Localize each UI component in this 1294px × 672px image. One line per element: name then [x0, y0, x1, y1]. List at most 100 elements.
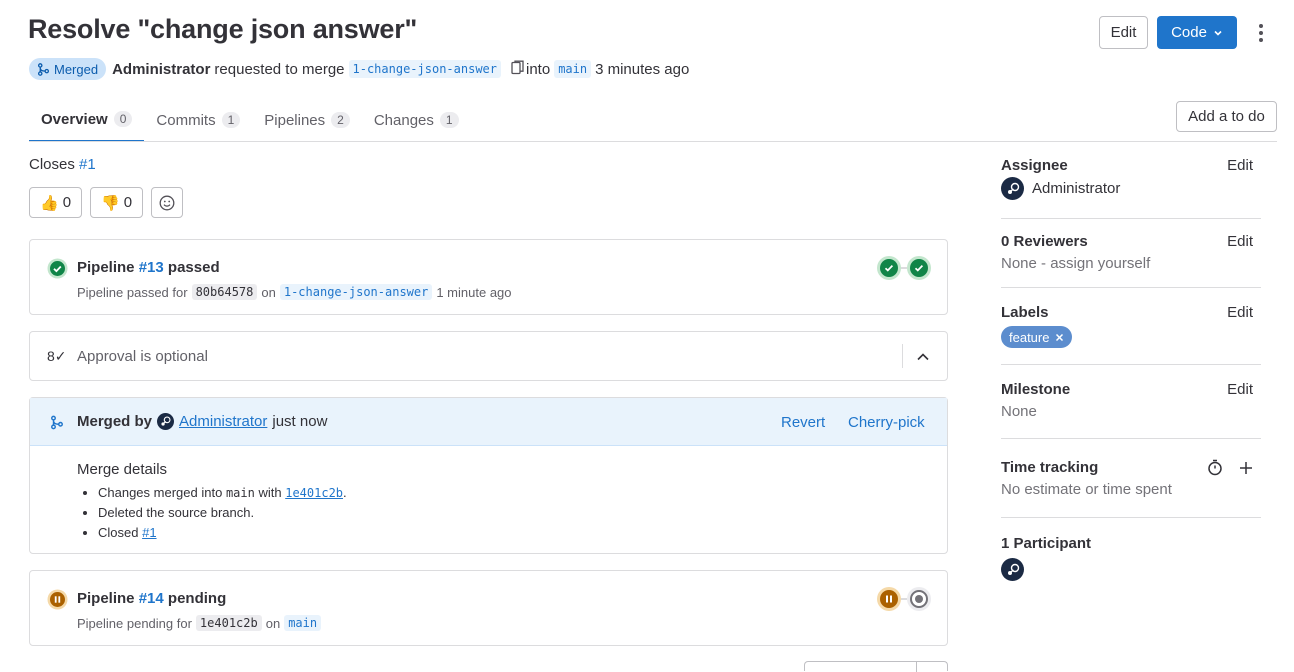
pipeline-top-stages — [877, 256, 931, 280]
add-todo-button[interactable]: Add a to do — [1176, 101, 1277, 132]
milestone-value: None — [1001, 403, 1037, 420]
status-badge: Merged — [29, 58, 107, 80]
pipeline-bottom-title: Pipeline #14 pending — [77, 590, 226, 607]
pipeline-branch[interactable]: 1-change-json-answer — [279, 284, 433, 300]
sidebar-divider — [1001, 438, 1261, 439]
sidebar-title: Labels — [1001, 304, 1049, 321]
edit-button[interactable]: Edit — [1099, 16, 1148, 49]
avatar[interactable] — [1001, 558, 1024, 581]
mr-meta: Merged Administrator requested to merge … — [29, 58, 689, 80]
chevron-up-icon[interactable] — [915, 349, 931, 365]
sidebar-divider — [1001, 517, 1261, 518]
closes-issue-link[interactable]: #1 — [79, 156, 96, 173]
source-branch[interactable]: 1-change-json-answer — [348, 60, 501, 78]
pipeline-bottom-stages — [877, 587, 931, 611]
sidebar-title: Milestone — [1001, 381, 1071, 398]
chevron-down-icon — [1214, 30, 1222, 36]
revert-button[interactable]: Revert — [781, 414, 825, 431]
label-chip[interactable]: feature — [1001, 326, 1073, 348]
sidebar-milestone: Milestone Edit None — [1001, 381, 1261, 420]
sidebar-labels: Labels Edit feature — [1001, 304, 1261, 348]
code-label: Code — [1171, 24, 1207, 41]
pipeline-sub-prefix: Pipeline passed for — [77, 284, 188, 300]
stage-created-icon[interactable] — [907, 587, 931, 611]
on-text: on — [261, 284, 276, 300]
tab-overview[interactable]: Overview 0 — [29, 100, 145, 142]
sidebar-title: 1 Participant — [1001, 535, 1092, 552]
stage-success-icon[interactable] — [907, 256, 931, 280]
detail-text: Deleted the source branch. — [98, 505, 255, 520]
sidebar-time-tracking: Time tracking No estimate or time spent — [1001, 459, 1261, 498]
merged-by-prefix: Merged by — [77, 413, 153, 430]
tab-count: 2 — [331, 112, 350, 128]
pipeline-prefix: Pipeline — [77, 259, 135, 276]
avatar[interactable] — [157, 413, 175, 430]
merged-time: just now — [272, 413, 328, 430]
detail-text: with — [258, 485, 282, 500]
author-name[interactable]: Administrator — [112, 61, 210, 78]
plus-icon[interactable] — [1239, 461, 1253, 475]
copy-branch-icon[interactable] — [511, 60, 524, 79]
assignee-edit-button[interactable]: Edit — [1227, 157, 1253, 174]
pipeline-prefix: Pipeline — [77, 590, 135, 607]
closes-label: Closes — [29, 156, 75, 173]
mr-tabs: Overview 0 Commits 1 Pipelines 2 Changes… — [29, 100, 471, 142]
on-text: on — [265, 615, 281, 631]
pipeline-id-link[interactable]: #14 — [139, 590, 164, 607]
reviewers-edit-button[interactable]: Edit — [1227, 233, 1253, 250]
list-item: Closed #1 — [98, 524, 347, 544]
merge-commit-link[interactable]: 1e401c2b — [285, 486, 343, 500]
pipeline-card-bottom — [29, 570, 948, 646]
sidebar-title: Assignee — [1001, 157, 1068, 174]
closed-issue-link[interactable]: #1 — [142, 525, 156, 540]
detail-text: Changes merged into — [98, 485, 223, 500]
pipeline-branch[interactable]: main — [284, 615, 322, 631]
sidebar-reviewers: 0 Reviewers Edit None - assign yourself — [1001, 233, 1261, 272]
closes-issue: Closes #1 — [29, 156, 96, 173]
close-icon[interactable] — [1055, 333, 1064, 342]
requested-text: requested to merge — [214, 60, 345, 78]
pipeline-sub-prefix: Pipeline pending for — [77, 615, 192, 631]
stage-success-icon[interactable] — [877, 256, 901, 280]
pipeline-id-link[interactable]: #13 — [139, 259, 164, 276]
merged-by-user-link[interactable]: Administrator — [179, 413, 267, 430]
assignee-row[interactable]: Administrator — [1001, 177, 1261, 200]
participants-row — [1001, 558, 1261, 581]
page-title: Resolve "change json answer" — [28, 14, 418, 44]
reactions-bar: 👍 0 👎 0 — [29, 187, 184, 218]
tab-changes[interactable]: Changes 1 — [362, 100, 471, 140]
status-pending-icon[interactable] — [47, 589, 68, 610]
commit-sha[interactable]: 1e401c2b — [195, 615, 262, 631]
stage-pending-icon[interactable] — [877, 587, 901, 611]
sidebar-divider — [1001, 218, 1261, 219]
tab-commits[interactable]: Commits 1 — [144, 100, 252, 140]
thumbs-up-button[interactable]: 👍 0 — [29, 187, 83, 218]
more-actions-icon[interactable] — [1252, 22, 1270, 44]
tab-count: 1 — [439, 112, 459, 128]
label-text: feature — [1009, 329, 1050, 345]
target-branch[interactable]: main — [554, 60, 592, 78]
tab-pipelines[interactable]: Pipelines 2 — [252, 100, 362, 140]
sidebar-title: 0 Reviewers — [1001, 233, 1088, 250]
merge-icon — [51, 415, 63, 430]
thumbs-down-button[interactable]: 👎 0 — [90, 187, 144, 218]
merged-by-line: Merged by Administrator just now — [77, 413, 327, 430]
merge-details-list: Changes merged into main with 1e401c2b. … — [87, 484, 347, 544]
merge-details-title: Merge details — [77, 461, 168, 478]
add-reaction-button[interactable] — [151, 187, 184, 218]
thumbs-up-icon: 👍 — [40, 194, 59, 212]
stopwatch-icon[interactable] — [1207, 459, 1223, 476]
pipeline-card-top — [29, 239, 948, 315]
commit-sha[interactable]: 80b64578 — [191, 284, 258, 300]
milestone-edit-button[interactable]: Edit — [1227, 381, 1253, 398]
labels-edit-button[interactable]: Edit — [1227, 304, 1253, 321]
status-success-icon[interactable] — [47, 258, 68, 279]
split-button-partial[interactable] — [804, 661, 948, 672]
code-dropdown-button[interactable]: Code — [1157, 16, 1237, 49]
merge-icon — [37, 62, 50, 76]
cherry-pick-button[interactable]: Cherry-pick — [848, 414, 925, 431]
reviewers-value[interactable]: None - assign yourself — [1001, 255, 1261, 272]
tab-label: Commits — [156, 111, 216, 129]
sidebar-participants: 1 Participant — [1001, 535, 1261, 581]
thumbs-down-count: 0 — [123, 194, 133, 211]
